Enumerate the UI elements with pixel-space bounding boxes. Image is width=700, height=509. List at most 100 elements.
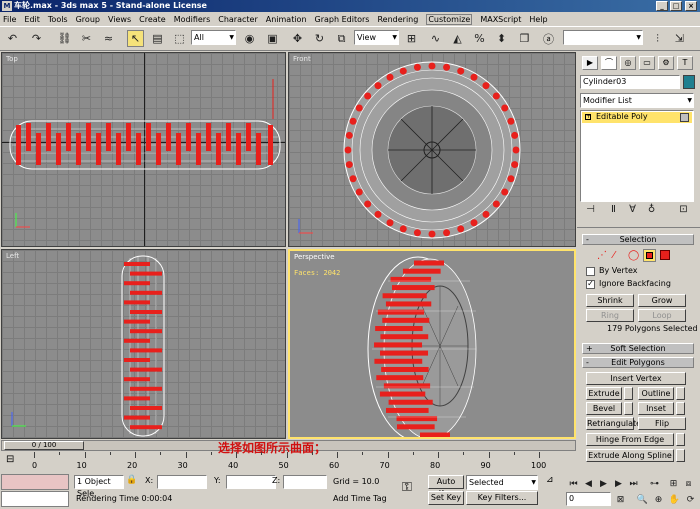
edit-named-selection-icon[interactable]: ❐ [516,30,533,47]
menu-animation[interactable]: Animation [266,15,307,24]
spinner-snap-icon[interactable]: ⬍ [493,30,510,47]
menu-customize[interactable]: Customize [426,13,473,25]
edit-polygons-rollout-header[interactable]: - Edit Polygons [582,357,694,368]
track-bar-icon[interactable]: ⊟ [6,454,14,465]
hinge-from-edge-button[interactable]: Hinge From Edge [586,433,674,446]
set-key-button[interactable]: Set Key [428,491,464,505]
viewport-front[interactable]: Front [288,52,576,247]
select-and-rotate-icon[interactable]: ↻ [311,30,328,47]
make-unique-icon[interactable]: ∀ [624,201,641,218]
modify-tab[interactable]: ⌒ [601,56,617,70]
menu-rendering[interactable]: Rendering [377,15,418,24]
select-and-scale-icon[interactable]: ⧉ [333,30,350,47]
link-icon[interactable]: ⛓ [56,30,73,47]
menu-graph-editors[interactable]: Graph Editors [315,15,370,24]
outline-settings-icon[interactable] [676,387,685,400]
inset-settings-icon[interactable] [676,402,685,415]
menu-create[interactable]: Create [139,15,166,24]
extrude-button[interactable]: Extrude [586,387,622,400]
flip-button[interactable]: Flip [638,417,686,430]
bevel-button[interactable]: Bevel [586,402,622,415]
modifier-toggle-icon[interactable] [680,113,689,122]
select-and-move-icon[interactable]: ✥ [289,30,306,47]
menu-character[interactable]: Character [218,15,258,24]
menu-help[interactable]: Help [529,15,547,24]
outline-button[interactable]: Outline [638,387,674,400]
inset-button[interactable]: Inset [638,402,674,415]
menu-tools[interactable]: Tools [48,15,68,24]
extrude-along-spline-button[interactable]: Extrude Along Spline [586,449,674,462]
ring-button[interactable]: Ring [586,309,634,322]
track-bar[interactable]: 0 10 20 30 40 50 60 70 80 90 100 [30,452,576,472]
selection-rollout-header[interactable]: - Selection [582,234,694,245]
pin-stack-icon[interactable]: ⊣ [582,201,599,218]
named-selection-sets-icon[interactable]: ⓐ [540,30,557,47]
bevel-settings-icon[interactable] [624,402,633,415]
key-icon[interactable]: ⚿ [402,480,412,495]
time-slider-thumb[interactable]: 0 / 100 [4,441,84,450]
pivot-center-icon[interactable]: ⊞ [403,30,420,47]
vertex-mode-icon[interactable]: ⋰ [597,250,607,261]
maximize-button[interactable]: □ [670,1,682,11]
angle-snap-icon[interactable]: ◭ [449,30,466,47]
time-slider-track[interactable]: 0 / 100 选择如图所示曲面； [1,440,576,455]
bind-space-warp-icon[interactable]: ≈ [100,30,117,47]
x-coordinate-field[interactable] [157,475,207,489]
named-selection-dropdown[interactable] [563,30,643,45]
menu-group[interactable]: Group [76,15,100,24]
shrink-button[interactable]: Shrink [586,294,634,307]
window-crossing-icon[interactable]: ▣ [264,30,281,47]
show-end-result-icon[interactable]: Ⅱ [605,201,622,218]
object-name-field[interactable]: Cylinder03 [580,75,680,89]
motion-tab[interactable]: ▭ [639,56,655,70]
lock-icon[interactable]: 🔒 [126,475,138,489]
viewport-top[interactable]: Top [1,52,286,247]
insert-vertex-button[interactable]: Insert Vertex [586,372,686,385]
object-color-swatch[interactable] [683,75,695,89]
undo-icon[interactable]: ↶ [4,30,21,47]
soft-selection-rollout-header[interactable]: + Soft Selection [582,343,694,354]
display-tab[interactable]: ⚙ [658,56,674,70]
key-mode-icon[interactable]: ⊶ [646,475,663,492]
ignore-backfacing-checkbox[interactable]: ✓ [586,280,595,289]
select-and-manipulate-icon[interactable]: ◉ [241,30,258,47]
select-object-icon[interactable]: ↖ [127,30,144,47]
current-frame-field[interactable]: 0 [566,492,611,506]
go-to-end-icon[interactable]: ⏭ [625,475,642,492]
edge-mode-icon[interactable]: ⁄ [613,250,615,261]
key-mode-dropdown[interactable]: Selected [466,475,538,490]
arc-rotate-icon[interactable]: ⟳ [682,491,699,508]
redo-icon[interactable]: ↷ [28,30,45,47]
auto-key-button[interactable]: Auto Key [428,475,464,498]
rectangular-selection-icon[interactable]: ⬚ [171,30,188,47]
menu-edit[interactable]: Edit [24,15,40,24]
mirror-icon[interactable]: ⫶ [649,30,666,47]
loop-button[interactable]: Loop [638,309,686,322]
configure-sets-icon[interactable]: ⊡ [675,201,692,218]
key-filters-button[interactable]: Key Filters... [466,491,538,505]
viewport-left[interactable]: Left [1,249,286,439]
extrude-spline-settings-icon[interactable] [676,449,685,462]
menu-file[interactable]: File [3,15,16,24]
stack-item[interactable]: + Editable Poly [582,112,692,123]
menu-maxscript[interactable]: MAXScript [480,15,521,24]
align-icon[interactable]: ⇲ [671,30,688,47]
viewport-perspective[interactable]: Perspective Faces: 2042 [288,249,576,439]
time-config-icon[interactable]: ⊠ [612,491,629,508]
add-time-tag[interactable]: Add Time Tag [333,494,387,503]
remove-modifier-icon[interactable]: ♁ [643,201,660,218]
zoom-extents-all-icon[interactable]: ⧈ [680,475,697,492]
create-tab[interactable]: ▶ [582,56,598,70]
unlink-icon[interactable]: ✂ [78,30,95,47]
pan-icon[interactable]: ✋ [666,491,683,508]
y-coordinate-field[interactable] [226,475,276,489]
polygon-mode-icon[interactable] [643,249,656,262]
maxscript-listener[interactable] [1,474,69,490]
zoom-extents-icon[interactable]: ⊕ [650,491,667,508]
border-mode-icon[interactable]: ◯ [628,250,639,261]
utilities-tab[interactable]: T [677,56,693,70]
z-coordinate-field[interactable] [283,475,327,489]
menu-views[interactable]: Views [108,15,131,24]
expand-icon[interactable]: + [585,114,591,120]
maxscript-input[interactable] [1,491,69,507]
